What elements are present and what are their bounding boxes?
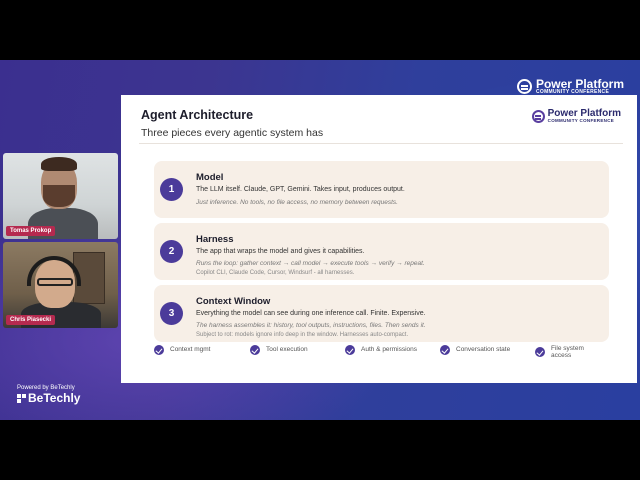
speaker-video-tile-2: Chris Piasecki — [3, 242, 118, 328]
slide-logo-subtitle: COMMUNITY CONFERENCE — [547, 118, 615, 123]
check-icon — [440, 345, 450, 355]
speaker-1-beard — [43, 185, 75, 207]
speaker-name-tag-1: Tomas Prokop — [6, 226, 56, 236]
slide-divider — [139, 143, 623, 144]
speaker-video-tile-1: Tomas Prokop — [3, 153, 118, 239]
feature-item: Context mgmt — [154, 345, 210, 355]
card-title: Context Window — [196, 296, 271, 307]
card-description: The LLM itself. Claude, GPT, Gemini. Tak… — [196, 186, 405, 193]
power-platform-logo-icon — [531, 109, 545, 123]
feature-label: Auth & permissions — [361, 346, 417, 354]
power-platform-logo-icon — [516, 79, 532, 94]
check-icon — [154, 345, 164, 355]
slide-logo: Power Platform COMMUNITY CONFERENCE — [531, 109, 621, 124]
card-examples: Subject to rot: models ignore info deep … — [196, 332, 409, 338]
feature-label: File system access — [551, 345, 584, 360]
glasses-icon — [37, 278, 73, 286]
card-examples: Copilot CLI, Claude Code, Cursor, Windsu… — [196, 270, 355, 276]
card-title: Harness — [196, 234, 234, 245]
feature-label: Tool execution — [266, 346, 308, 354]
event-logo: Power Platform COMMUNITY CONFERENCE — [516, 78, 624, 95]
slide-title: Agent Architecture — [141, 108, 254, 122]
card-detail: Runs the loop: gather context → call mod… — [196, 260, 425, 267]
card-description: The app that wraps the model and gives i… — [196, 248, 365, 255]
slide-subtitle: Three pieces every agentic system has — [141, 127, 324, 139]
feature-label: Conversation state — [456, 346, 511, 354]
card-number-badge: 2 — [160, 240, 183, 263]
speaker-1-hair — [41, 157, 77, 171]
check-icon — [535, 347, 545, 358]
feature-item: Auth & permissions — [345, 345, 417, 355]
sponsor-brand-name: BeTechly — [28, 391, 81, 405]
harness-feature-list: Context mgmt Tool execution Auth & permi… — [154, 345, 614, 361]
check-icon — [250, 345, 260, 355]
speaker-name-tag-2: Chris Piasecki — [6, 315, 56, 325]
feature-item: Tool execution — [250, 345, 308, 355]
conference-stage-background: Power Platform COMMUNITY CONFERENCE Toma… — [0, 60, 640, 420]
architecture-card-harness: 2 Harness The app that wraps the model a… — [154, 223, 609, 280]
architecture-card-model: 1 Model The LLM itself. Claude, GPT, Gem… — [154, 161, 609, 218]
card-detail: The harness assembles it: history, tool … — [196, 322, 426, 329]
feature-label: Context mgmt — [170, 346, 211, 354]
card-detail: Just inference. No tools, no file access… — [196, 199, 398, 206]
check-icon — [345, 345, 355, 355]
feature-item: File system access — [535, 345, 601, 359]
betechly-logo-icon — [17, 393, 26, 403]
sponsor-brand: BeTechly — [17, 391, 80, 405]
presentation-slide: Agent Architecture Three pieces every ag… — [121, 95, 637, 383]
card-title: Model — [196, 172, 224, 183]
architecture-card-context-window: 3 Context Window Everything the model ca… — [154, 285, 609, 342]
card-description: Everything the model can see during one … — [196, 310, 426, 317]
sponsor-block: Powered by BeTechly BeTechly — [17, 385, 80, 405]
feature-item: Conversation state — [440, 345, 510, 355]
card-number-badge: 1 — [160, 178, 183, 201]
card-number-badge: 3 — [160, 302, 183, 325]
